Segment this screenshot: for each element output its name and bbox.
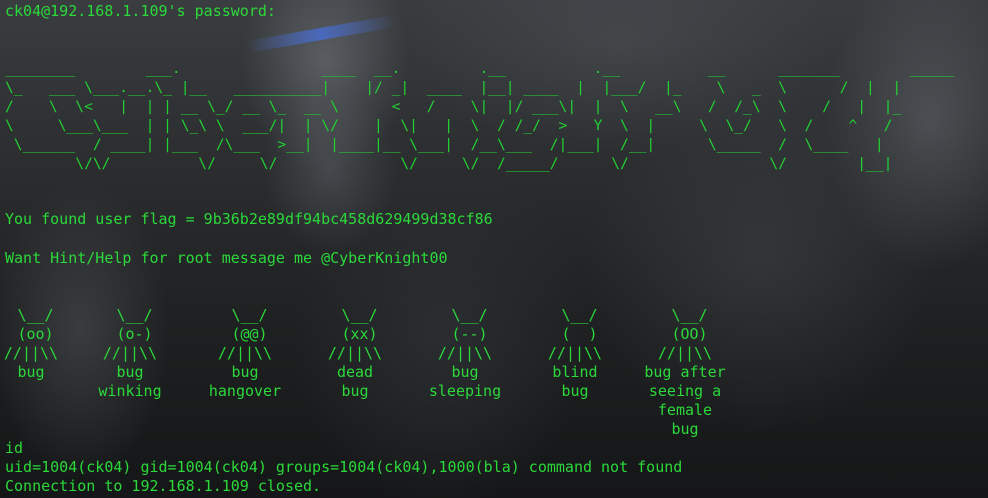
- bug-art: \__/ (OO) //||\\: [657, 306, 713, 362]
- bug-figure: \__/ ( ) //||\\ blind bug: [520, 306, 630, 401]
- hint-line: Want Hint/Help for root message me @Cybe…: [5, 249, 448, 267]
- bug-art: \__/ (--) //||\\: [437, 306, 493, 362]
- bug-art: \__/ (xx) //||\\: [327, 306, 383, 362]
- bug-caption: bug hangover: [208, 363, 282, 400]
- bug-art: \__/ (@@) //||\\: [217, 306, 273, 362]
- id-output-line: uid=1004(ck04) gid=1004(ck04) groups=100…: [5, 458, 683, 476]
- bug-caption: bug sleeping: [428, 363, 502, 400]
- bug-art: \__/ (o-) //||\\: [102, 306, 158, 362]
- bug-figure: \__/ (oo) //||\\ bug: [0, 306, 86, 382]
- bug-caption: bug: [17, 363, 45, 381]
- connection-closed-line: Connection to 192.168.1.109 closed.: [5, 477, 321, 496]
- connection-closed-text: Connection to 192.168.1.109 closed.: [5, 477, 322, 495]
- bug-caption: dead bug: [336, 363, 374, 400]
- bug-caption: blind bug: [552, 363, 598, 400]
- terminal-window[interactable]: ck04@192.168.1.109's password: ________ …: [0, 0, 988, 498]
- user-flag-line: You found user flag = 9b36b2e89df94bc458…: [5, 210, 493, 228]
- bug-figure: \__/ (OO) //||\\ bug after seeing a fema…: [630, 306, 740, 439]
- bug-figure: \__/ (--) //||\\ bug sleeping: [410, 306, 520, 401]
- bug-art: \__/ ( ) //||\\: [547, 306, 603, 362]
- bug-caption: bug winking: [98, 363, 162, 400]
- bug-figure: \__/ (o-) //||\\ bug winking: [75, 306, 185, 401]
- id-command-line: id: [5, 439, 24, 457]
- password-prompt: ck04@192.168.1.109's password:: [5, 2, 276, 20]
- bug-figure: \__/ (@@) //||\\ bug hangover: [190, 306, 300, 401]
- ascii-banner: ________ ___. ____ __. .__ .__ __ ______…: [5, 60, 954, 172]
- bug-ascii-gallery: \__/ (oo) //||\\ bug \__/ (o-) //||\\ bu…: [0, 306, 988, 446]
- bug-figure: \__/ (xx) //||\\ dead bug: [300, 306, 410, 401]
- bug-art: \__/ (oo) //||\\: [3, 306, 59, 362]
- bug-caption: bug after seeing a female bug: [644, 363, 726, 438]
